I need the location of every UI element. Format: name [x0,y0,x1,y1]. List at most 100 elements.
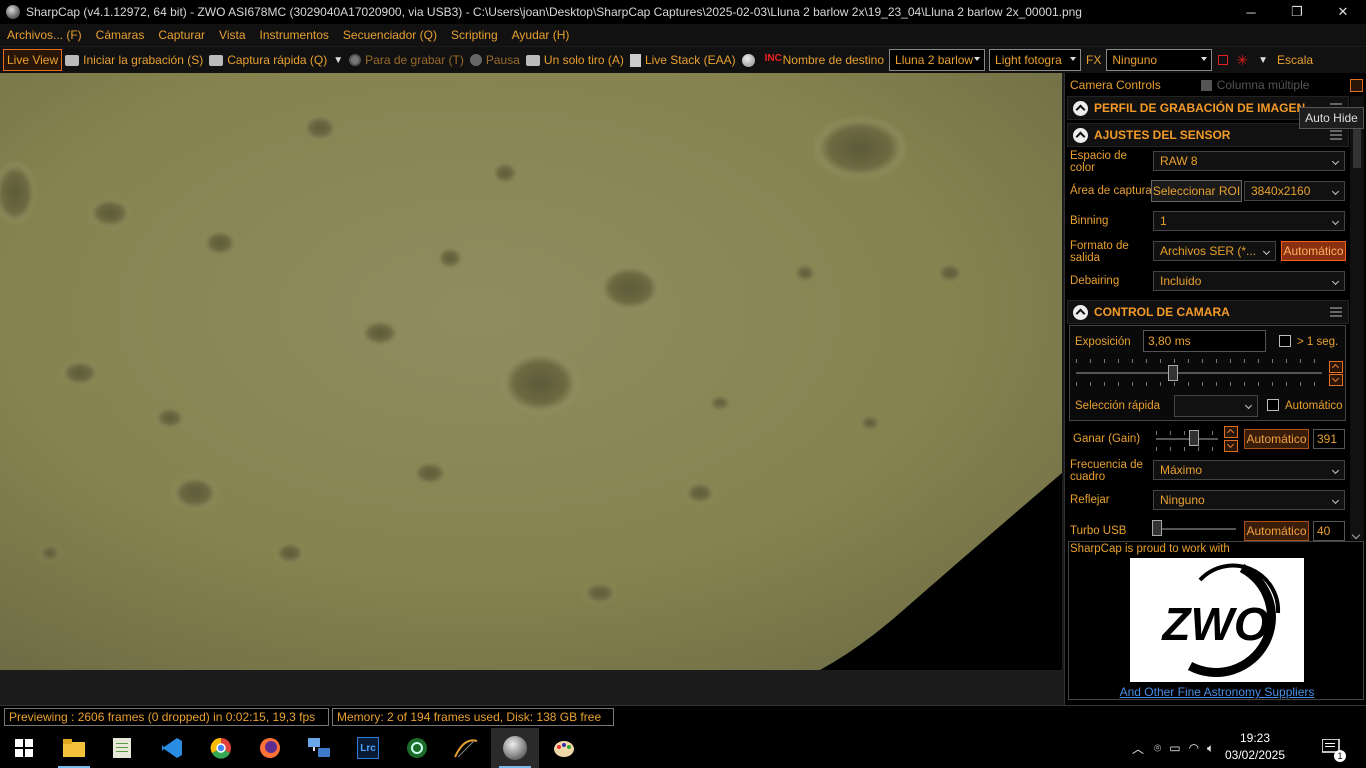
gain-increment-button[interactable] [1224,426,1238,438]
frame-rate-label: Frecuencia de cuadro [1070,459,1143,483]
windows-start-button[interactable] [0,728,48,768]
battery-icon[interactable]: ▭ [1169,741,1180,755]
clock-date: 03/02/2025 [1224,748,1286,762]
vscode-button[interactable] [148,728,196,768]
file-explorer-button[interactable] [50,728,98,768]
meet-now-icon[interactable]: ⌾ [1154,741,1161,756]
menu-archivos[interactable]: Archivos... (F) [0,28,89,42]
gain-value[interactable]: 391 [1313,429,1345,449]
wifi-icon[interactable]: ◠ [1189,741,1199,755]
lightroom-classic-button[interactable]: Lrc [344,728,392,768]
capture-area-dropdown[interactable]: 3840x2160 [1244,181,1345,201]
hamburger-menu-icon[interactable] [1330,307,1342,317]
scroll-down-arrow-icon[interactable] [1351,530,1361,540]
hamburger-menu-icon[interactable] [1330,130,1342,140]
auto-hide-pin-button[interactable] [1350,79,1363,92]
minimize-button[interactable]: ─ [1228,0,1274,24]
start-recording-button[interactable]: Iniciar la grabación (S) [62,49,206,71]
target-name-button[interactable]: INC Nombre de destino [762,49,887,71]
notepad-button[interactable] [98,728,146,768]
select-roi-button[interactable]: Seleccionar ROI [1151,180,1242,202]
zwo-logo[interactable]: ZWO [1130,558,1304,682]
notifications-button[interactable]: 1 [1312,728,1352,768]
debayer-dropdown[interactable]: Incluido [1153,271,1345,291]
target-name-input[interactable]: Lluna 2 barlow [889,49,986,71]
menu-secuenciador[interactable]: Secuenciador (Q) [336,28,444,42]
output-format-dropdown[interactable]: Archivos SER (*... [1153,241,1276,261]
gain-auto-button[interactable]: Automático [1244,429,1309,449]
menu-scripting[interactable]: Scripting [444,28,505,42]
quick-select-dropdown[interactable] [1174,395,1258,417]
collapse-chevron-icon[interactable] [1073,304,1088,320]
close-button[interactable]: ✕ [1320,0,1366,24]
reticle-square-icon[interactable] [1218,55,1229,65]
live-view-button[interactable]: Live View [3,49,63,71]
section-camera-control[interactable]: CONTROL DE CAMARA [1067,300,1349,324]
taskbar-clock[interactable]: 19:23 03/02/2025 [1224,730,1286,764]
exposure-input[interactable]: 3,80 ms [1143,330,1266,352]
network-app-button[interactable] [295,728,343,768]
stop-recording-label: Para de grabar (T) [365,53,464,67]
color-space-dropdown[interactable]: RAW 8 [1153,151,1345,171]
frame-rate-dropdown[interactable]: Máximo [1153,460,1345,480]
chrome-button[interactable] [197,728,245,768]
over-1s-checkbox[interactable] [1279,335,1291,347]
usb-turbo-slider-track[interactable] [1156,528,1236,530]
clock-time: 19:23 [1239,731,1271,745]
capture-profile-dropdown[interactable]: Light fotogra [989,49,1082,71]
windows-logo-icon [15,739,33,757]
volume-icon[interactable]: 🔈︎ [1207,741,1214,756]
usb-turbo-slider-thumb[interactable] [1152,520,1162,536]
exposure-slider-track[interactable] [1076,372,1322,374]
output-format-label: Formato de salida [1070,240,1129,264]
fx-dropdown[interactable]: Ninguno [1106,49,1213,71]
usb-turbo-auto-button[interactable]: Automático [1244,521,1309,541]
menu-camaras[interactable]: Cámaras [89,28,152,42]
gain-decrement-button[interactable] [1224,440,1238,452]
astro-app-button[interactable] [393,728,441,768]
suppliers-link[interactable]: And Other Fine Astronomy Suppliers [1069,685,1365,699]
chevron-up-icon[interactable]: ︿ [1132,740,1144,757]
maximize-button[interactable]: ❐ [1274,0,1320,24]
moon-tool-button[interactable] [739,49,762,71]
network-computers-icon [308,738,330,757]
multi-column-label: Columna múltiple [1216,78,1310,92]
binning-dropdown[interactable]: 1 [1153,211,1345,231]
quick-select-auto-checkbox[interactable] [1267,399,1279,411]
fx-value: Ninguno [1112,53,1158,67]
panel-scrollbar[interactable] [1350,96,1364,540]
exposure-decrement-button[interactable] [1329,374,1343,386]
flip-dropdown[interactable]: Ninguno [1153,490,1345,510]
gain-slider-track[interactable] [1156,438,1218,440]
live-image-viewport[interactable] [0,73,1062,670]
chevron-down-icon [1331,277,1340,286]
stop-recording-button[interactable]: Para de grabar (T) [346,49,467,71]
exposure-increment-button[interactable] [1329,361,1343,373]
menu-vista[interactable]: Vista [212,28,252,42]
firefox-button[interactable] [246,728,294,768]
multi-column-checkbox[interactable] [1200,79,1212,91]
pause-button[interactable]: Pausa [467,49,523,71]
sharpcap-taskbar-button[interactable] [491,728,539,768]
live-stack-button[interactable]: Live Stack (EAA) [627,49,739,71]
chevron-down-icon[interactable]: ▼ [1258,55,1268,66]
reticle-cross-icon[interactable]: ✳ [1236,52,1248,69]
output-format-auto-button[interactable]: Automático [1281,241,1346,261]
curve-app-button[interactable] [442,728,490,768]
collapse-chevron-icon[interactable] [1073,100,1088,116]
color-space-value: RAW 8 [1160,154,1198,168]
menu-capturar[interactable]: Capturar [151,28,212,42]
chevron-down-icon[interactable]: ▼ [333,55,343,66]
exposure-slider-thumb[interactable] [1168,365,1178,381]
usb-turbo-value[interactable]: 40 [1313,521,1345,541]
scale-label[interactable]: Escala [1274,49,1316,71]
gain-ticks [1156,431,1218,435]
menu-ayudar[interactable]: Ayudar (H) [505,28,577,42]
paint-button[interactable] [540,728,588,768]
collapse-chevron-icon[interactable] [1073,127,1088,143]
quick-capture-button[interactable]: Captura rápida (Q) ▼ [206,49,346,71]
video-camera-icon [209,54,224,66]
gain-slider-thumb[interactable] [1189,430,1199,446]
menu-instrumentos[interactable]: Instrumentos [253,28,336,42]
single-shot-button[interactable]: Un solo tiro (A) [523,49,627,71]
